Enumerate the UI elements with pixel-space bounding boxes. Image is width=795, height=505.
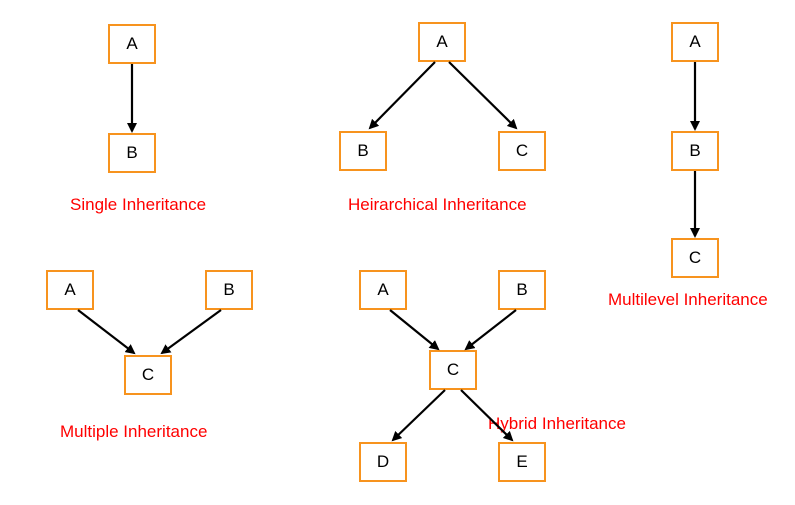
hier-node-c: C — [498, 131, 546, 171]
node-label: C — [689, 248, 701, 268]
node-label: B — [516, 280, 527, 300]
hyb-node-d: D — [359, 442, 407, 482]
node-label: C — [142, 365, 154, 385]
arrow-mp-a-c — [78, 310, 134, 353]
node-label: B — [223, 280, 234, 300]
node-label: C — [516, 141, 528, 161]
node-label: C — [447, 360, 459, 380]
node-label: B — [126, 143, 137, 163]
hyb-node-b: B — [498, 270, 546, 310]
hyb-caption: Hybrid Inheritance — [488, 414, 626, 434]
node-label: A — [689, 32, 700, 52]
arrow-hy-c-d — [393, 390, 445, 440]
node-label: D — [377, 452, 389, 472]
mult-node-a: A — [46, 270, 94, 310]
node-label: A — [64, 280, 75, 300]
hier-caption: Heirarchical Inheritance — [348, 195, 527, 215]
arrow-hy-a-c — [390, 310, 438, 349]
hyb-node-e: E — [498, 442, 546, 482]
mult-caption: Multiple Inheritance — [60, 422, 207, 442]
multi-node-b: B — [671, 131, 719, 171]
multi-node-a: A — [671, 22, 719, 62]
node-label: B — [689, 141, 700, 161]
node-label: B — [357, 141, 368, 161]
node-label: A — [377, 280, 388, 300]
hier-node-b: B — [339, 131, 387, 171]
hyb-node-a: A — [359, 270, 407, 310]
single-node-b: B — [108, 133, 156, 173]
node-label: A — [126, 34, 137, 54]
arrow-hier-a-c — [449, 62, 516, 128]
mult-node-c: C — [124, 355, 172, 395]
hier-node-a: A — [418, 22, 466, 62]
single-node-a: A — [108, 24, 156, 64]
multi-node-c: C — [671, 238, 719, 278]
node-label: A — [436, 32, 447, 52]
hyb-node-c: C — [429, 350, 477, 390]
multi-caption: Multilevel Inheritance — [608, 290, 768, 310]
single-caption: Single Inheritance — [70, 195, 206, 215]
arrow-hy-b-c — [466, 310, 516, 349]
arrow-mp-b-c — [162, 310, 221, 353]
mult-node-b: B — [205, 270, 253, 310]
arrow-hier-a-b — [370, 62, 435, 128]
node-label: E — [516, 452, 527, 472]
